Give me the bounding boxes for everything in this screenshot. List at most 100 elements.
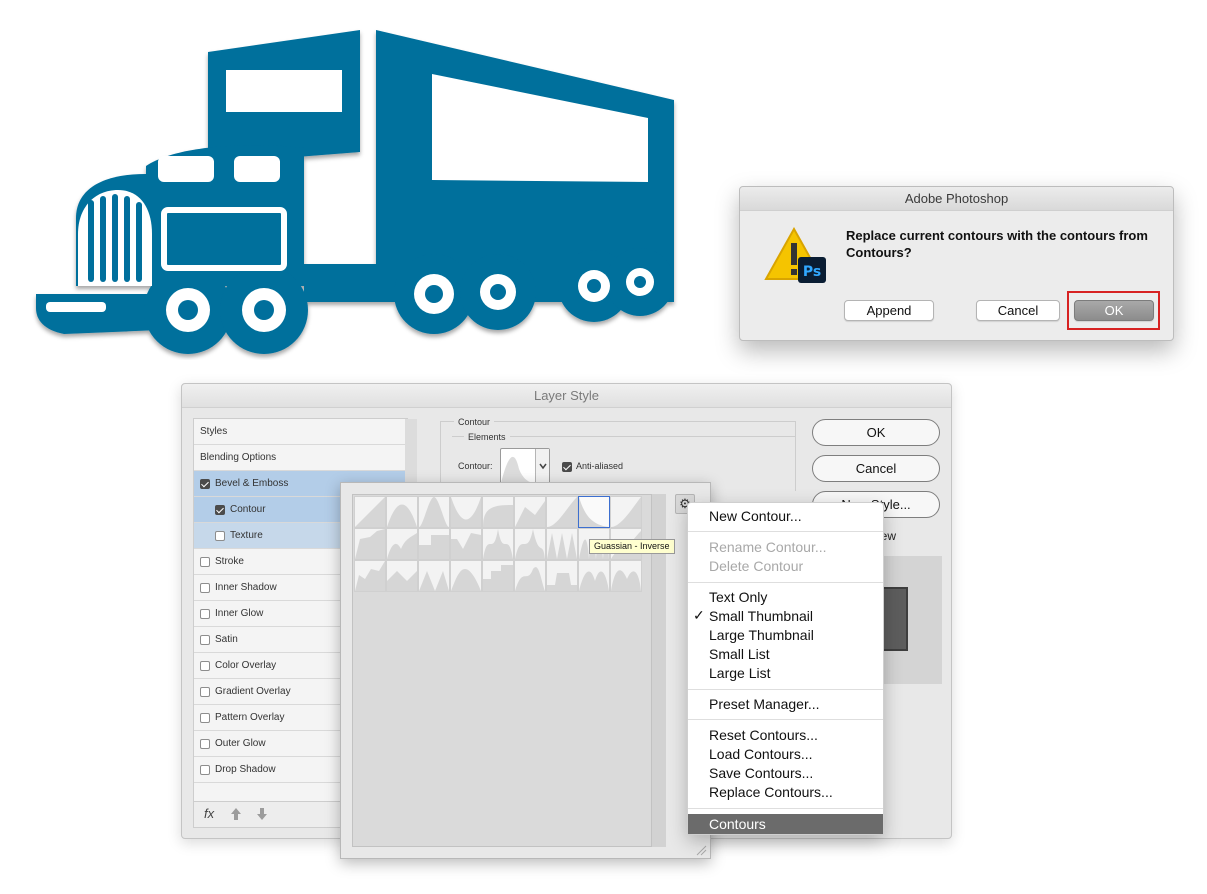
contour-thumb[interactable]	[482, 528, 514, 560]
contour-options-menu: New Contour... Rename Contour... Delete Co…	[687, 502, 884, 835]
style-checkbox[interactable]	[200, 635, 210, 645]
style-item-label: Pattern Overlay	[215, 712, 285, 723]
menu-item-new-contour[interactable]: New Contour...	[709, 508, 802, 524]
style-item-label: Blending Options	[200, 452, 277, 463]
arrow-down-icon[interactable]	[256, 807, 268, 821]
contour-thumb[interactable]	[546, 528, 578, 560]
style-item-blending-options[interactable]: Blending Options	[194, 445, 405, 471]
layer-style-cancel-button[interactable]: Cancel	[812, 455, 940, 482]
contour-curve-icon	[501, 456, 535, 483]
menu-item-replace-contours[interactable]: Replace Contours...	[709, 784, 833, 800]
chevron-down-icon[interactable]	[535, 449, 549, 483]
contour-thumb[interactable]	[386, 560, 418, 592]
anti-aliased-checkbox[interactable]	[562, 462, 572, 472]
menu-separator	[688, 719, 883, 720]
contour-thumb[interactable]	[418, 496, 450, 528]
layer-style-title: Layer Style	[182, 384, 951, 408]
contour-tooltip: Guassian - Inverse	[589, 539, 675, 554]
alert-message: Replace current contours with the contou…	[846, 228, 1148, 260]
contour-thumb[interactable]	[546, 496, 578, 528]
menu-item-text-only[interactable]: Text Only	[709, 589, 767, 605]
checkmark-icon: ✓	[693, 607, 705, 623]
contour-label: Contour:	[458, 461, 493, 471]
contour-thumb[interactable]	[450, 496, 482, 528]
style-item-label: Inner Shadow	[215, 582, 277, 593]
svg-text:Ps: Ps	[803, 264, 821, 280]
style-checkbox[interactable]	[200, 687, 210, 697]
anti-aliased-label: Anti-aliased	[576, 461, 624, 471]
style-item-label: Styles	[200, 426, 228, 437]
contour-thumb[interactable]	[578, 560, 610, 592]
style-item-label: Color Overlay	[215, 660, 277, 671]
menu-item-contours[interactable]: Contours	[688, 814, 883, 834]
contour-thumb[interactable]	[418, 528, 450, 560]
style-checkbox[interactable]	[200, 609, 210, 619]
contour-thumb[interactable]	[514, 528, 546, 560]
contour-thumb[interactable]	[482, 560, 514, 592]
contour-picker-panel: ⚙ Guassian - Inverse	[340, 482, 711, 859]
contour-thumb[interactable]	[514, 560, 546, 592]
menu-item-small-list[interactable]: Small List	[709, 646, 770, 662]
menu-item-delete-contour: Delete Contour	[709, 558, 804, 574]
resize-grip-icon[interactable]	[695, 844, 707, 856]
contour-thumb[interactable]	[514, 496, 546, 528]
contour-thumb[interactable]	[386, 528, 418, 560]
menu-separator	[688, 808, 883, 809]
menu-separator	[688, 582, 883, 583]
menu-item-contours-label: Contours	[709, 816, 766, 832]
style-checkbox[interactable]	[200, 739, 210, 749]
layer-style-ok-button[interactable]: OK	[812, 419, 940, 446]
menu-item-rename-contour: Rename Contour...	[709, 539, 827, 555]
append-button[interactable]: Append	[844, 300, 934, 321]
contour-thumb[interactable]	[418, 560, 450, 592]
style-checkbox[interactable]	[200, 479, 210, 489]
arrow-up-icon[interactable]	[230, 807, 242, 821]
menu-separator	[688, 531, 883, 532]
contour-thumb[interactable]	[450, 528, 482, 560]
elements-section-title: Elements	[464, 432, 510, 442]
contour-thumb[interactable]	[354, 528, 386, 560]
style-checkbox[interactable]	[215, 531, 225, 541]
menu-separator	[688, 689, 883, 690]
style-item-label: Inner Glow	[215, 608, 264, 619]
style-checkbox[interactable]	[200, 713, 210, 723]
ok-button[interactable]: OK	[1074, 300, 1154, 321]
contour-picker-swatch[interactable]	[500, 448, 550, 484]
contour-thumb[interactable]	[546, 560, 578, 592]
menu-item-large-thumbnail[interactable]: Large Thumbnail	[709, 627, 814, 643]
style-checkbox[interactable]	[200, 583, 210, 593]
style-checkbox[interactable]	[200, 557, 210, 567]
style-checkbox[interactable]	[200, 765, 210, 775]
style-item-label: Bevel & Emboss	[215, 478, 289, 489]
style-checkbox[interactable]	[200, 661, 210, 671]
contour-thumb[interactable]	[354, 496, 386, 528]
menu-item-save-contours[interactable]: Save Contours...	[709, 765, 813, 781]
warning-photoshop-icon: Ps	[764, 227, 826, 283]
contour-thumb[interactable]	[386, 496, 418, 528]
truck-illustration	[36, 30, 674, 354]
contour-thumb[interactable]	[354, 560, 386, 592]
fx-icon[interactable]: fx	[204, 806, 214, 821]
menu-item-load-contours[interactable]: Load Contours...	[709, 746, 813, 762]
cancel-button[interactable]: Cancel	[976, 300, 1060, 321]
style-item-label: Stroke	[215, 556, 244, 567]
style-item-label: Outer Glow	[215, 738, 266, 749]
contour-thumb[interactable]	[610, 496, 642, 528]
style-item-label: Gradient Overlay	[215, 686, 291, 697]
alert-title: Adobe Photoshop	[740, 187, 1173, 211]
contour-thumb[interactable]	[450, 560, 482, 592]
style-item-label: Contour	[230, 504, 266, 515]
replace-contours-alert: Adobe Photoshop Ps Replace current conto…	[739, 186, 1174, 341]
contour-thumb-selected[interactable]	[578, 496, 610, 528]
contour-thumb[interactable]	[482, 496, 514, 528]
menu-item-preset-manager[interactable]: Preset Manager...	[709, 696, 820, 712]
style-item-label: Drop Shadow	[215, 764, 276, 775]
menu-item-large-list[interactable]: Large List	[709, 665, 770, 681]
contour-thumb[interactable]	[610, 560, 642, 592]
style-item-styles[interactable]: Styles	[194, 419, 405, 445]
style-item-label: Texture	[230, 530, 263, 541]
menu-item-reset-contours[interactable]: Reset Contours...	[709, 727, 818, 743]
style-checkbox[interactable]	[215, 505, 225, 515]
contour-section-title: Contour	[454, 417, 495, 427]
menu-item-small-thumbnail[interactable]: Small Thumbnail	[709, 608, 813, 624]
